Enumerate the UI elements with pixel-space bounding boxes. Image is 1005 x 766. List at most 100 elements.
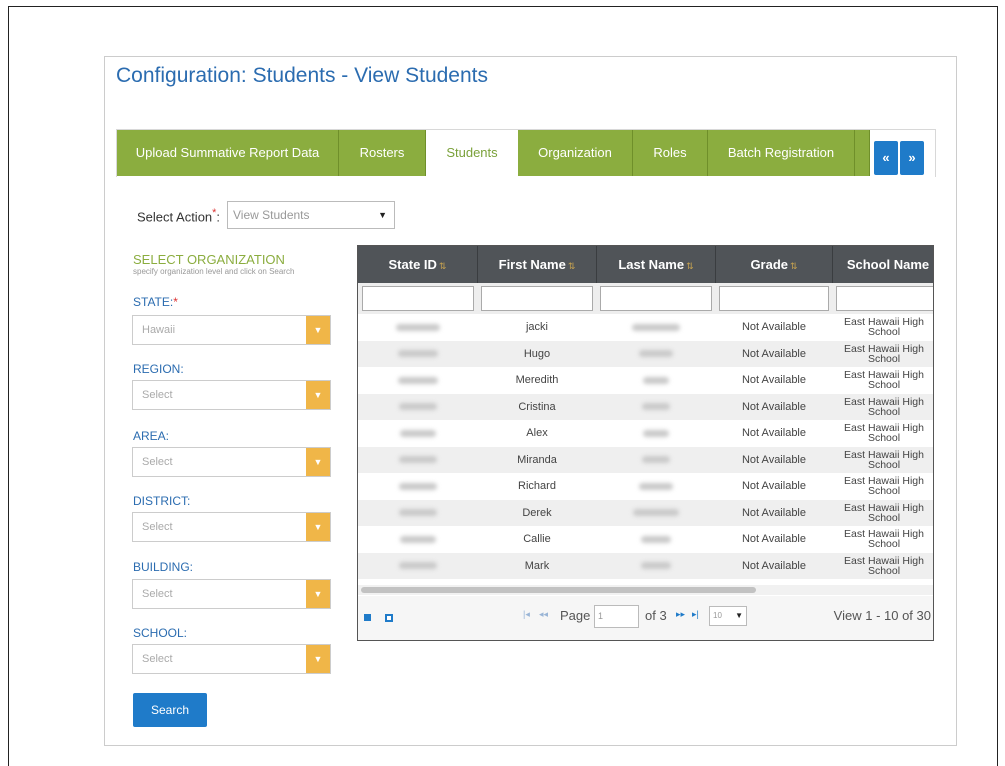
column-header-first-name[interactable]: First Name ⇅ [478, 246, 597, 283]
state-id-cell [358, 367, 477, 393]
state-id-cell [358, 394, 477, 420]
columns-icon[interactable] [385, 614, 393, 622]
sort-icon: ⇅ [438, 261, 447, 271]
table-row[interactable]: Mark Not Available East Hawaii High School [358, 552, 933, 579]
table-row[interactable]: Richard Not Available East Hawaii High Sch… [358, 473, 933, 499]
school-name-cell: East Hawaii High School [844, 528, 924, 550]
column-header-school-name[interactable]: School Name [833, 246, 933, 283]
grade-cell: Not Available [741, 453, 806, 466]
column-header-last-name[interactable]: Last Name ⇅ [597, 246, 716, 283]
redacted-value [639, 482, 673, 490]
table-row[interactable]: Callie Not Available East Hawaii High Scho… [358, 526, 933, 552]
school-dropdown[interactable]: Select ▼ [132, 644, 331, 674]
page-number-input[interactable]: 1 [594, 605, 639, 628]
building-label: BUILDING: [133, 560, 194, 574]
table-row[interactable]: Alex Not Available East Hawaii High School [358, 420, 933, 446]
dropdown-caret-icon: ▼ [735, 611, 743, 620]
table-row[interactable]: Meredith Not Available East Hawaii High Sc… [358, 367, 933, 393]
tab-batch-registration[interactable]: Batch Registration [708, 130, 855, 176]
next-page-icon[interactable]: ▸▸ [676, 609, 685, 620]
tab-next-button[interactable]: » [900, 141, 924, 175]
filter-input-last-name[interactable] [600, 286, 712, 311]
area-dropdown[interactable]: Select ▼ [132, 447, 331, 477]
tab-students[interactable]: Students [426, 130, 518, 176]
school-name-cell: East Hawaii High School [844, 342, 924, 365]
grade-cell: Not Available [741, 321, 806, 333]
table-row[interactable]: Derek Not Available East Hawaii High Schoo… [358, 499, 933, 526]
search-button[interactable]: Search [133, 693, 207, 727]
chevron-down-icon: ▼ [306, 645, 330, 673]
refresh-icon[interactable] [364, 614, 371, 621]
grade-cell: Not Available [741, 400, 806, 413]
chevron-down-icon: ▼ [306, 513, 330, 541]
first-page-icon[interactable]: |◂ [523, 609, 530, 620]
redacted-value [397, 350, 438, 358]
redacted-value [633, 509, 679, 517]
state-id-cell [358, 526, 477, 552]
tab-rosters[interactable]: Rosters [339, 130, 426, 176]
tab-organization[interactable]: Organization [518, 130, 633, 176]
table-row[interactable]: Miranda Not Available East Hawaii High Sch… [358, 446, 933, 473]
redacted-value [398, 562, 437, 570]
column-header-grade[interactable]: Grade ⇅ [716, 246, 833, 283]
redacted-value [639, 350, 673, 358]
state-dropdown[interactable]: Hawaii ▼ [132, 315, 331, 345]
filter-input-grade[interactable] [719, 286, 829, 311]
tab-upload-summative[interactable]: Upload Summative Report Data [117, 130, 339, 176]
school-name-cell: East Hawaii High School [844, 448, 924, 471]
building-dropdown[interactable]: Select ▼ [132, 579, 331, 609]
rows-per-page-select[interactable]: 10 ▼ [709, 606, 747, 626]
first-name-cell: Mark [524, 559, 550, 572]
grid-header: State ID ⇅ First Name ⇅ Last Name ⇅ Grade ⇅ … [358, 246, 933, 283]
grade-cell: Not Available [741, 480, 806, 492]
school-name-cell: East Hawaii High School [844, 316, 924, 338]
district-dropdown[interactable]: Select ▼ [132, 512, 331, 542]
dropdown-caret-icon: ▼ [378, 210, 387, 220]
school-name-cell: East Hawaii High School [844, 501, 924, 524]
scrollbar-thumb[interactable] [361, 587, 756, 593]
tab-prev-button[interactable]: « [874, 141, 898, 175]
table-row[interactable]: jacki Not Available East Hawaii High Schoo… [358, 314, 933, 340]
grade-cell: Not Available [741, 374, 806, 386]
filter-input-school-name[interactable] [836, 286, 933, 311]
area-label: AREA: [133, 429, 170, 443]
tab-overflow[interactable] [855, 130, 870, 176]
redacted-value [398, 403, 437, 411]
table-row[interactable]: Hugo Not Available East Hawaii High School [358, 340, 933, 367]
sort-icon: ⇅ [686, 261, 694, 271]
select-action-dropdown[interactable]: View Students ▼ [227, 201, 395, 229]
first-name-cell: Derek [522, 506, 552, 519]
chevron-down-icon: ▼ [306, 381, 330, 409]
page-title: Configuration: Students - View Students [116, 64, 489, 87]
tab-roles[interactable]: Roles [633, 130, 708, 176]
select-action-label: Select Action*: [137, 207, 220, 225]
column-header-state-id[interactable]: State ID ⇅ [358, 246, 478, 283]
horizontal-scrollbar[interactable] [358, 585, 933, 595]
last-name-cell [597, 367, 715, 393]
filter-input-state-id[interactable] [362, 286, 474, 311]
prev-page-icon[interactable]: ◂◂ [539, 609, 548, 620]
district-label: DISTRICT: [133, 494, 191, 508]
sort-icon: ⇅ [567, 261, 576, 271]
redacted-value [642, 456, 670, 464]
page-count: of 3 [645, 608, 667, 623]
last-name-cell [597, 394, 715, 420]
region-label: REGION: [133, 362, 184, 376]
school-label: SCHOOL: [133, 626, 188, 640]
last-name-cell [597, 473, 715, 499]
select-organization-title: SELECT ORGANIZATION [133, 252, 285, 267]
filter-input-first-name[interactable] [481, 286, 593, 311]
last-name-cell [597, 526, 715, 552]
redacted-value [643, 429, 669, 437]
last-page-icon[interactable]: ▸| [692, 609, 699, 620]
grade-cell: Not Available [741, 347, 806, 360]
table-row[interactable]: Cristina Not Available East Hawaii High Sc… [358, 393, 933, 420]
redacted-value [641, 535, 671, 543]
school-name-cell: East Hawaii High School [844, 422, 924, 444]
last-name-cell [597, 500, 715, 526]
region-dropdown[interactable]: Select ▼ [132, 380, 331, 410]
school-name-cell: East Hawaii High School [844, 395, 924, 418]
first-name-cell: Meredith [515, 374, 559, 386]
last-name-cell [597, 341, 715, 367]
state-id-cell [358, 553, 477, 579]
